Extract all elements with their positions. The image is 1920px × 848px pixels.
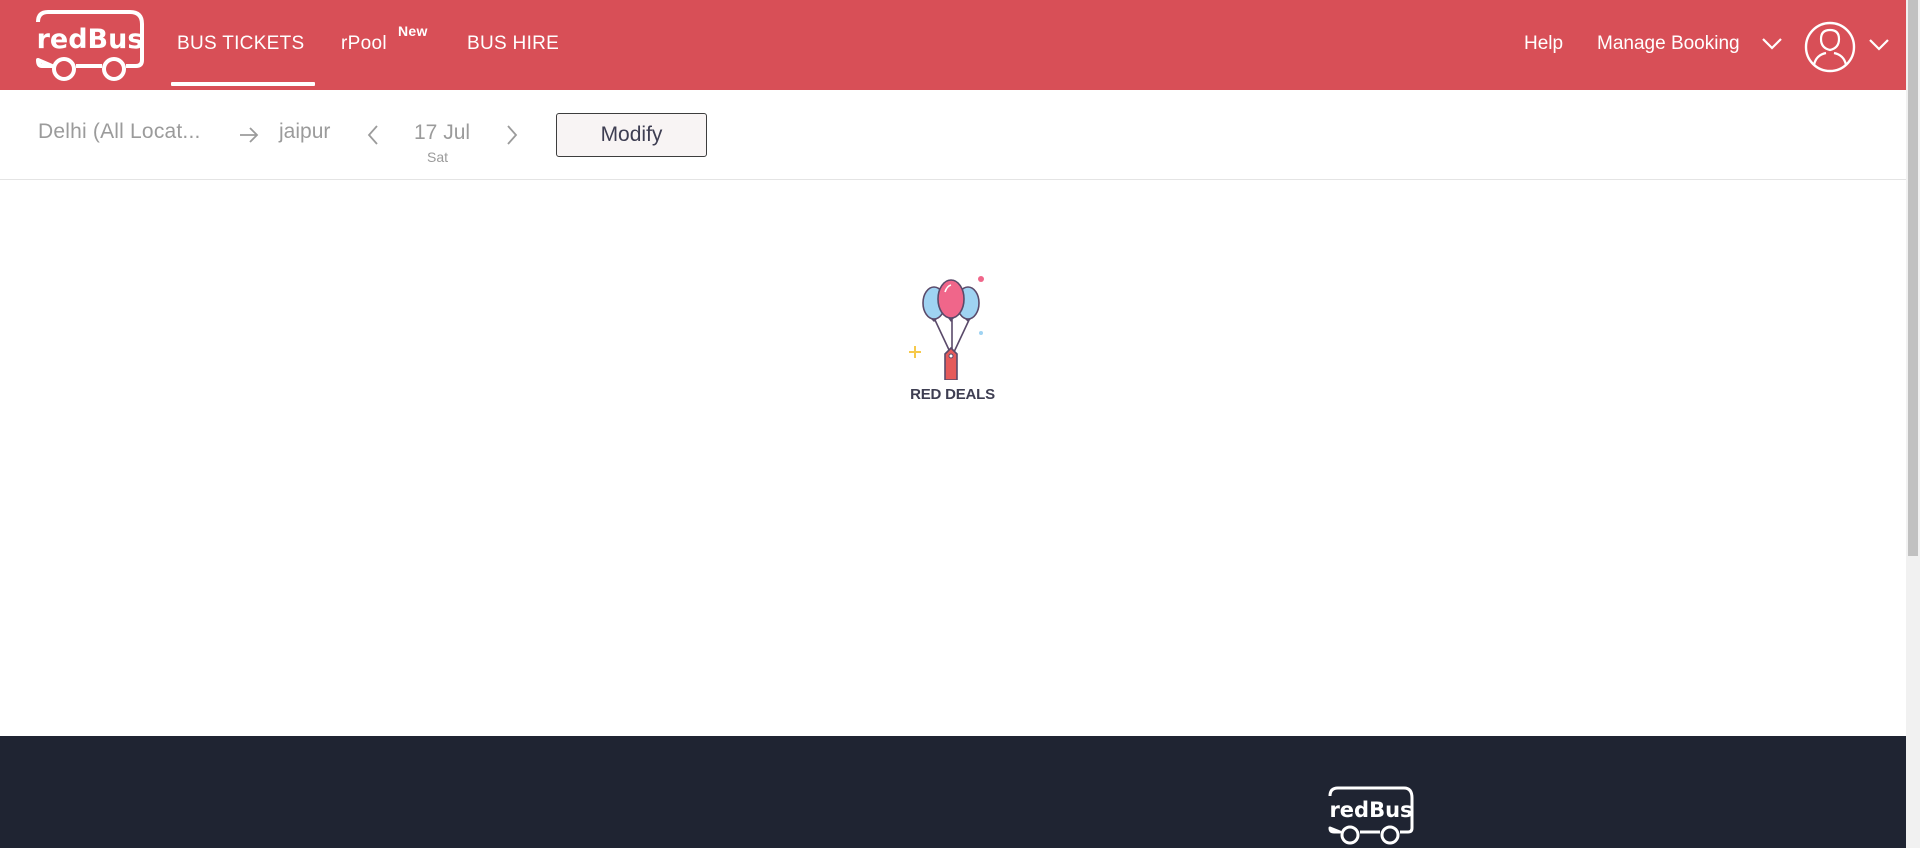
redbus-logo[interactable]: redBus (30, 8, 148, 84)
user-icon (1804, 21, 1856, 73)
manage-booking-dropdown[interactable]: Manage Booking (1597, 0, 1782, 88)
nav-bus-tickets[interactable]: BUS TICKETS (177, 0, 305, 90)
nav-rpool[interactable]: rPool New (341, 0, 427, 90)
scrollbar-thumb[interactable] (1908, 0, 1918, 556)
nav-bus-hire-label: BUS HIRE (467, 33, 560, 54)
nav-rpool-label: rPool (341, 33, 387, 54)
travel-date[interactable]: 17 Jul (414, 121, 470, 145)
modify-button[interactable]: Modify (556, 113, 707, 157)
top-header: redBus BUS TICKETS rPool New BUS HIRE He… (0, 0, 1906, 90)
new-badge: New (398, 23, 428, 39)
nav-bus-hire[interactable]: BUS HIRE (467, 0, 559, 90)
chevron-down-icon (1869, 39, 1889, 51)
arrow-right-icon (240, 127, 259, 143)
prev-date-icon[interactable] (366, 124, 380, 146)
logo-text: redBus (37, 24, 144, 55)
red-deals-caption: RED DEALS (910, 386, 995, 403)
profile-menu[interactable] (1804, 20, 1894, 74)
destination-city[interactable]: jaipur (279, 120, 330, 144)
nav-bus-tickets-label: BUS TICKETS (177, 33, 305, 54)
nav-active-indicator (171, 82, 315, 86)
search-summary-bar: Delhi (All Locat... jaipur 17 Jul Sat Mo… (0, 90, 1906, 180)
help-link[interactable]: Help (1524, 0, 1563, 88)
source-city[interactable]: Delhi (All Locat... (38, 120, 201, 144)
travel-weekday: Sat (427, 149, 449, 165)
next-date-icon[interactable] (505, 124, 519, 146)
footer (0, 736, 1906, 848)
footer-logo-text: redBus (1329, 798, 1412, 822)
help-label: Help (1524, 33, 1564, 54)
balloon-tag-icon (909, 276, 984, 381)
footer-redbus-logo[interactable]: redBus (1324, 784, 1417, 848)
chevron-down-icon (1762, 38, 1782, 50)
page: redBus BUS TICKETS rPool New BUS HIRE He… (0, 0, 1920, 848)
manage-booking-label: Manage Booking (1597, 33, 1740, 54)
